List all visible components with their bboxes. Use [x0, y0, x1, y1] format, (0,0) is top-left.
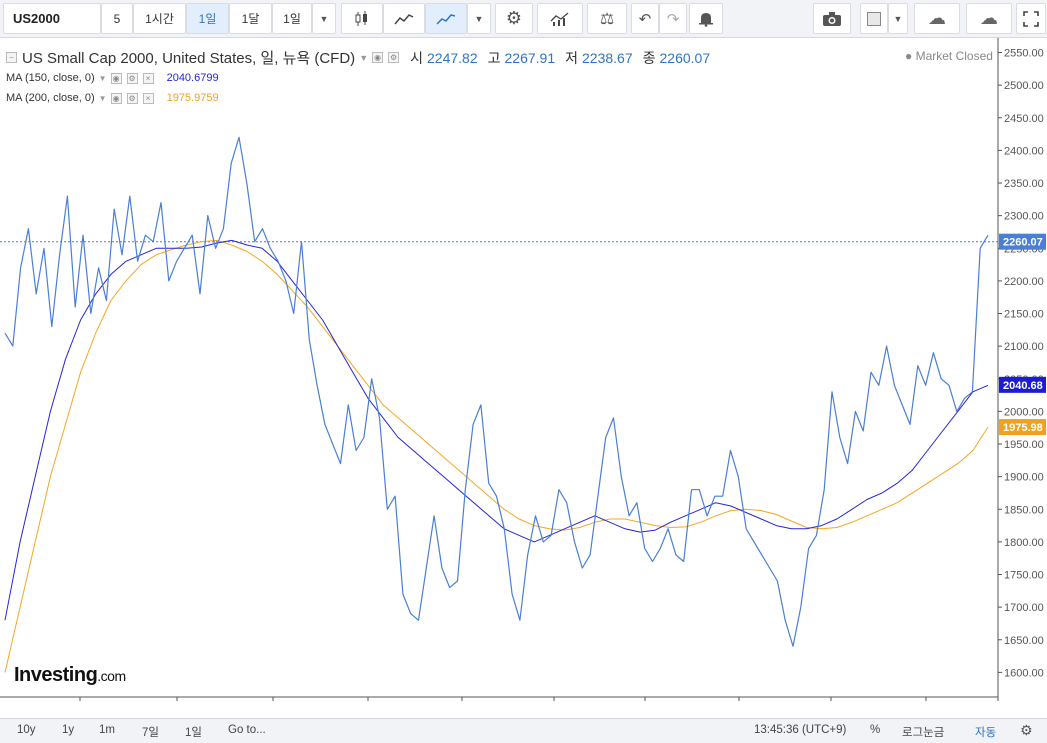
- close-value: 2260.07: [659, 49, 711, 66]
- y-tick-label: 2300.00: [1004, 211, 1044, 223]
- camera-icon[interactable]: [813, 3, 851, 34]
- y-tick-label: 1650.00: [1004, 635, 1044, 647]
- clock-time: 13:45:36 (UTC+9): [754, 724, 847, 736]
- y-tick-label: 1800.00: [1004, 537, 1044, 549]
- y-tick-label: 1550.00: [1004, 700, 1044, 701]
- cloud-download-icon[interactable]: ☁: [914, 3, 960, 34]
- interval-5min-button[interactable]: 5: [101, 3, 133, 34]
- goto-date-button[interactable]: Go to...: [228, 724, 266, 736]
- range-1m-button[interactable]: 1m: [99, 724, 115, 736]
- ma200-price-tag: 1975.98: [1003, 422, 1043, 434]
- y-tick-label: 2100.00: [1004, 341, 1044, 353]
- color-swatch-icon[interactable]: [860, 3, 888, 34]
- undo-icon[interactable]: ↶: [631, 3, 659, 34]
- legend-ma200: MA (200, close, 0) ▼ ◉ ⚙ × 1975.9759: [6, 92, 219, 104]
- candlestick-icon[interactable]: [341, 3, 383, 34]
- redo-icon[interactable]: ↷: [659, 3, 687, 34]
- range-10y-button[interactable]: 10y: [17, 724, 36, 736]
- y-tick-label: 1900.00: [1004, 472, 1044, 484]
- y-tick-label: 2450.00: [1004, 113, 1044, 125]
- chart-type-chevron-down-icon[interactable]: ▼: [467, 3, 491, 34]
- high-label: 고: [487, 49, 501, 66]
- gear-icon[interactable]: ⚙: [495, 3, 533, 34]
- y-tick-label: 1750.00: [1004, 570, 1044, 582]
- chart-area[interactable]: 2550.00 2500.00 2450.00 2400.00 2350.00 2300.…: [0, 38, 1047, 718]
- price-line: [4, 136, 989, 647]
- ma150-value: 2040.6799: [166, 72, 219, 84]
- y-tick-label: 2000.00: [1004, 406, 1044, 418]
- ma150-close-icon[interactable]: ×: [142, 72, 154, 84]
- y-tick-label: 2550.00: [1004, 48, 1044, 60]
- legend-main: − US Small Cap 2000, United States, 일, 뉴…: [6, 47, 710, 68]
- settings-icon[interactable]: ⚙: [388, 52, 400, 63]
- last-price-tag: 2260.07: [1003, 237, 1043, 249]
- interval-chevron-down-icon[interactable]: ▼: [312, 3, 336, 34]
- y-tick-label: 2350.00: [1004, 178, 1044, 190]
- y-tick-label: 1700.00: [1004, 602, 1044, 614]
- ma150-line: [4, 239, 989, 621]
- y-tick-label: 1850.00: [1004, 504, 1044, 516]
- compare-scale-icon[interactable]: ⚖: [587, 3, 627, 34]
- collapse-legend-icon[interactable]: −: [6, 52, 17, 63]
- low-label: 저: [565, 49, 578, 66]
- ma200-value: 1975.9759: [166, 92, 219, 104]
- open-label: 시: [410, 49, 423, 66]
- legend-title: US Small Cap 2000, United States, 일, 뉴욕 …: [22, 50, 356, 67]
- market-status-text: Market Closed: [915, 49, 993, 63]
- y-tick-label: 2150.00: [1004, 309, 1044, 321]
- price-chart[interactable]: 2550.00 2500.00 2450.00 2400.00 2350.00 2300.…: [0, 38, 1047, 718]
- alert-bell-icon[interactable]: [689, 3, 723, 34]
- interval-1d-button[interactable]: 1일: [186, 3, 229, 34]
- ma150-chevron-down-icon[interactable]: ▼: [99, 74, 107, 83]
- y-tick-label: 2500.00: [1004, 80, 1044, 92]
- area-chart-icon[interactable]: [383, 3, 425, 34]
- open-value: 2247.82: [427, 49, 478, 66]
- line-chart-icon[interactable]: [425, 3, 467, 34]
- ma150-settings-icon[interactable]: ⚙: [126, 72, 138, 84]
- interval-dropdown-button[interactable]: 1일: [272, 3, 312, 34]
- interval-1h-button[interactable]: 1시간: [133, 3, 186, 34]
- high-value: 2267.91: [504, 49, 556, 66]
- range-7d-button[interactable]: 7일: [142, 724, 159, 740]
- y-tick-label: 2400.00: [1004, 145, 1044, 157]
- eye-icon[interactable]: ◉: [372, 52, 384, 63]
- settings-gear-icon[interactable]: ⚙: [1020, 722, 1033, 739]
- indicators-icon[interactable]: [537, 3, 583, 34]
- cloud-upload-icon[interactable]: ☁: [966, 3, 1012, 34]
- log-scale-button[interactable]: 로그눈금: [902, 724, 944, 740]
- ma200-chevron-down-icon[interactable]: ▼: [99, 94, 107, 103]
- chart-toolbar: US2000 5 1시간 1일 1달 1일 ▼ ▼ ⚙ ⚖ ↶ ↷ ▼ ☁ ☁: [0, 0, 1047, 38]
- bottom-bar: 10y 1y 1m 7일 1일 Go to... 13:45:36 (UTC+9…: [0, 718, 1047, 743]
- ma200-line: [4, 239, 989, 673]
- y-tick-label: 1600.00: [1004, 667, 1044, 679]
- market-status: ● Market Closed: [905, 49, 993, 63]
- y-tick-label: 1950.00: [1004, 439, 1044, 451]
- interval-1mo-button[interactable]: 1달: [229, 3, 272, 34]
- auto-scale-button[interactable]: 자동: [975, 724, 996, 740]
- symbol-input[interactable]: US2000: [3, 3, 101, 34]
- close-label: 종: [642, 49, 656, 66]
- range-1y-button[interactable]: 1y: [62, 724, 74, 736]
- legend-ma150: MA (150, close, 0) ▼ ◉ ⚙ × 2040.6799: [6, 72, 219, 84]
- ma200-settings-icon[interactable]: ⚙: [126, 92, 138, 104]
- investing-logo: Investing.com: [14, 664, 126, 686]
- percent-scale-button[interactable]: %: [870, 724, 880, 736]
- legend-chevron-down-icon[interactable]: ▼: [359, 53, 368, 63]
- swatch-chevron-down-icon[interactable]: ▼: [888, 3, 908, 34]
- ma150-eye-icon[interactable]: ◉: [110, 72, 122, 84]
- ma150-price-tag: 2040.68: [1003, 380, 1043, 392]
- ma150-label: MA (150, close, 0): [6, 72, 95, 84]
- ma200-close-icon[interactable]: ×: [142, 92, 154, 104]
- fullscreen-icon[interactable]: [1016, 3, 1046, 34]
- y-tick-label: 2200.00: [1004, 276, 1044, 288]
- low-value: 2238.67: [582, 49, 633, 66]
- ma200-label: MA (200, close, 0): [6, 92, 95, 104]
- range-1d-button[interactable]: 1일: [185, 724, 202, 740]
- ma200-eye-icon[interactable]: ◉: [110, 92, 122, 104]
